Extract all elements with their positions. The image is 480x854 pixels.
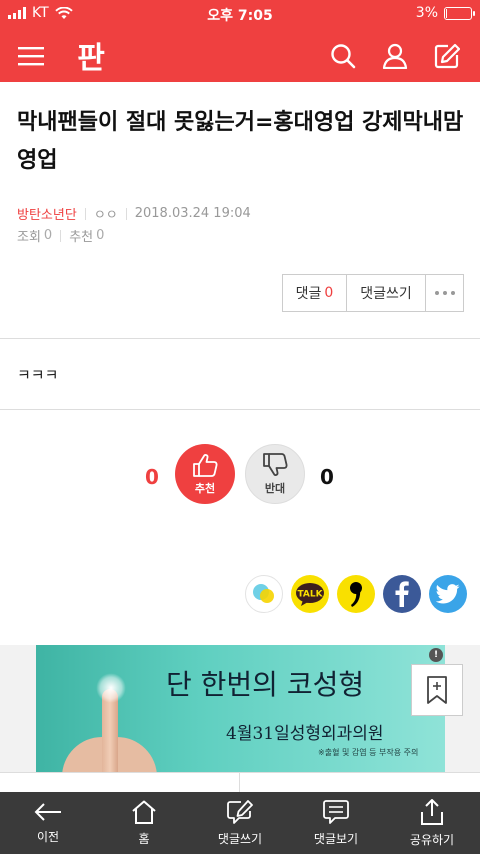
status-right: 3% bbox=[415, 5, 475, 21]
views-count: 0 bbox=[43, 228, 53, 243]
ad-info-icon[interactable]: ! bbox=[429, 648, 443, 662]
share-kakaostory[interactable] bbox=[245, 575, 283, 613]
upvote-count: 0 bbox=[145, 465, 159, 489]
thumbs-down-icon bbox=[263, 452, 288, 476]
subtabs bbox=[0, 772, 480, 793]
more-button[interactable] bbox=[426, 275, 463, 311]
battery-percent: 3% bbox=[415, 5, 438, 21]
nav-write-comment[interactable]: 댓글쓰기 bbox=[192, 792, 288, 854]
nav-back-label: 이전 bbox=[36, 829, 60, 844]
nav-share[interactable]: 공유하기 bbox=[384, 792, 480, 854]
home-icon bbox=[132, 800, 156, 824]
view-comments-icon bbox=[323, 799, 349, 824]
status-bar: KT 오후 7:05 3% bbox=[0, 0, 480, 28]
upvote-button[interactable]: 추천 bbox=[175, 444, 235, 504]
divider bbox=[0, 409, 480, 410]
share-kakaopage[interactable] bbox=[337, 575, 375, 613]
user-icon bbox=[382, 43, 408, 69]
kakaotalk-icon: TALK bbox=[296, 583, 324, 606]
downvote-label: 반대 bbox=[264, 481, 286, 495]
downvote-button[interactable]: 반대 bbox=[245, 444, 305, 504]
ad-glow bbox=[96, 673, 126, 703]
app-header: 판 bbox=[0, 28, 480, 82]
ad-subline: 4월31일성형외과의원 bbox=[226, 724, 384, 744]
nav-home[interactable]: 홈 bbox=[96, 792, 192, 854]
bookmark-button[interactable] bbox=[411, 664, 463, 716]
write-comment-icon bbox=[227, 799, 253, 824]
downvote-count: 0 bbox=[320, 465, 334, 489]
nav-view-comments-label: 댓글보기 bbox=[313, 831, 359, 846]
back-arrow-icon bbox=[34, 802, 61, 821]
post-title: 막내팬들이 절대 못잃는거=홍대영업 강제막내맘영업 bbox=[17, 110, 464, 173]
nav-home-label: 홈 bbox=[138, 831, 150, 846]
post-meta: 방탄소년단 ㅇㅇ 2018.03.24 19:04 bbox=[17, 204, 251, 223]
write-comment-label: 댓글쓰기 bbox=[360, 286, 412, 302]
bottom-nav: 이전 홈 댓글쓰기 댓글보기 공유하기 bbox=[0, 792, 480, 854]
kakaotalk-text: TALK bbox=[297, 590, 323, 600]
comments-count: 0 bbox=[324, 285, 334, 301]
thumbs-up-icon bbox=[193, 453, 218, 477]
logo[interactable]: 판 bbox=[72, 36, 110, 76]
profile-button[interactable] bbox=[377, 38, 413, 74]
nav-view-comments[interactable]: 댓글보기 bbox=[288, 792, 384, 854]
kakaopage-icon bbox=[350, 582, 362, 607]
post-category[interactable]: 방탄소년단 bbox=[17, 204, 77, 223]
recommend-label: 추천 bbox=[69, 230, 94, 245]
facebook-icon bbox=[395, 581, 409, 607]
write-comment-button[interactable]: 댓글쓰기 bbox=[347, 275, 426, 311]
ad-headline: 단 한번의 코성형 bbox=[166, 668, 365, 701]
clock: 오후 7:05 bbox=[207, 8, 273, 24]
ad-section: 단 한번의 코성형 4월31일성형외과의원 ※출혈 및 감염 등 부작용 주의 bbox=[0, 645, 480, 775]
search-button[interactable] bbox=[325, 38, 361, 74]
battery-icon bbox=[444, 6, 475, 20]
share-facebook[interactable] bbox=[383, 575, 421, 613]
share-icon bbox=[421, 798, 443, 825]
nav-back[interactable]: 이전 bbox=[0, 792, 96, 854]
divider bbox=[0, 338, 480, 339]
bookmark-add-icon bbox=[427, 676, 447, 704]
recommend-count: 0 bbox=[96, 228, 105, 243]
share-twitter[interactable] bbox=[429, 575, 467, 613]
upvote-label: 추천 bbox=[194, 481, 216, 495]
nav-share-label: 공유하기 bbox=[409, 832, 455, 847]
search-icon bbox=[331, 44, 356, 69]
ad-banner[interactable]: 단 한번의 코성형 4월31일성형외과의원 ※출혈 및 감염 등 부작용 주의 bbox=[36, 645, 445, 773]
menu-button[interactable] bbox=[13, 38, 49, 74]
views-label: 조회 bbox=[17, 230, 41, 245]
twitter-icon bbox=[436, 584, 460, 604]
meta-divider bbox=[60, 229, 62, 242]
ad-fineprint: ※출혈 및 감염 등 부작용 주의 bbox=[318, 748, 419, 757]
comments-label: 댓글 bbox=[295, 286, 322, 302]
post-stats: 조회 0 추천 0 bbox=[17, 226, 104, 245]
share-kakaotalk[interactable]: TALK bbox=[291, 575, 329, 613]
post-actions: 댓글 0 댓글쓰기 bbox=[282, 274, 464, 312]
more-dots-icon bbox=[434, 291, 455, 295]
post-body: ㅋㅋㅋ bbox=[17, 366, 59, 384]
comments-button[interactable]: 댓글 0 bbox=[283, 275, 347, 311]
nav-write-comment-label: 댓글쓰기 bbox=[217, 831, 263, 846]
menu-icon bbox=[18, 47, 44, 66]
write-button[interactable] bbox=[429, 38, 465, 74]
post-datetime: 2018.03.24 19:04 bbox=[134, 206, 251, 221]
meta-divider bbox=[84, 207, 86, 220]
post-author: ㅇㅇ bbox=[93, 208, 118, 223]
meta-divider bbox=[125, 207, 127, 220]
edit-icon bbox=[434, 43, 460, 69]
kakaostory-icon bbox=[253, 584, 274, 603]
